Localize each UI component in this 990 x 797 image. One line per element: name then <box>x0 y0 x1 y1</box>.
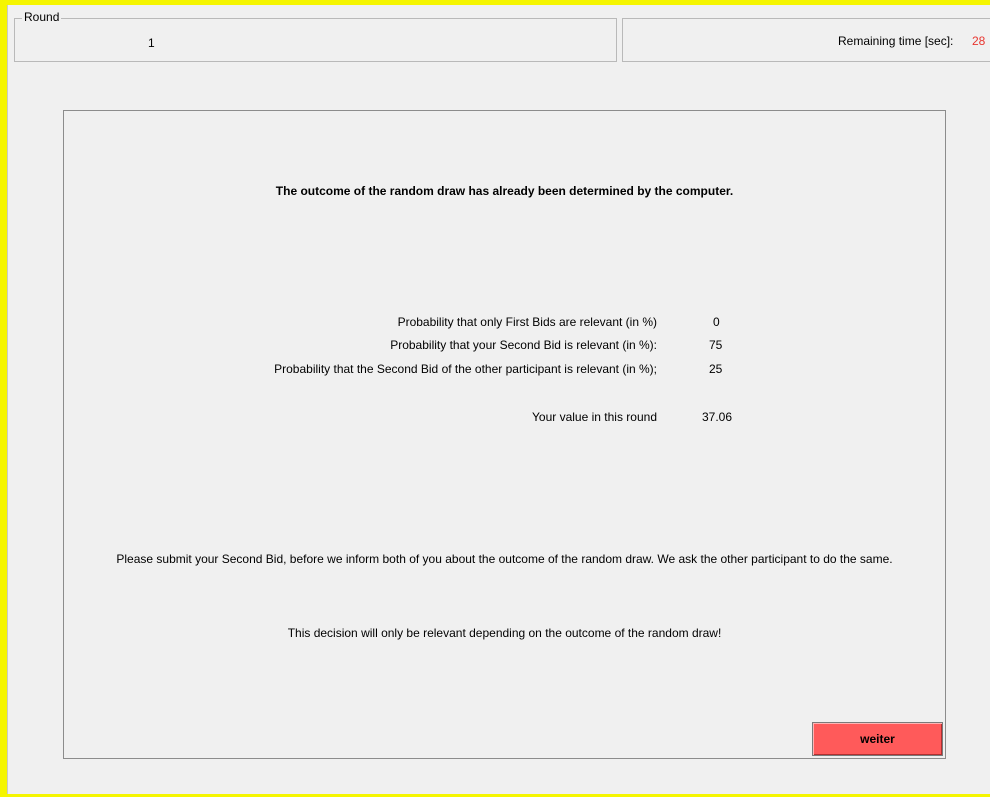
content-panel <box>63 110 946 759</box>
your-value-amount: 37.06 <box>702 410 733 424</box>
round-legend: Round <box>22 10 62 24</box>
round-group-box <box>14 18 617 62</box>
probability-your-second-bid-label: Probability that your Second Bid is rele… <box>390 338 657 352</box>
probability-first-bids-value: 0 <box>713 315 720 329</box>
weiter-button[interactable]: weiter <box>812 722 943 756</box>
window-frame-left <box>0 0 7 797</box>
remaining-time-value: 28 <box>972 34 986 48</box>
relevance-note-text: This decision will only be relevant depe… <box>287 626 722 640</box>
probability-your-second-bid-value: 75 <box>709 338 723 352</box>
your-value-label: Your value in this round <box>532 410 657 424</box>
probability-other-second-bid-label: Probability that the Second Bid of the o… <box>274 362 657 376</box>
probability-other-second-bid-value: 25 <box>709 362 723 376</box>
window-frame-top <box>0 0 990 5</box>
probability-first-bids-label: Probability that only First Bids are rel… <box>397 315 657 329</box>
round-number: 1 <box>148 36 155 50</box>
remaining-time-label: Remaining time [sec]: <box>838 34 954 48</box>
submit-instruction-text: Please submit your Second Bid, before we… <box>116 552 893 566</box>
window-inner-edge <box>7 5 8 794</box>
outcome-headline: The outcome of the random draw has alrea… <box>275 184 734 198</box>
